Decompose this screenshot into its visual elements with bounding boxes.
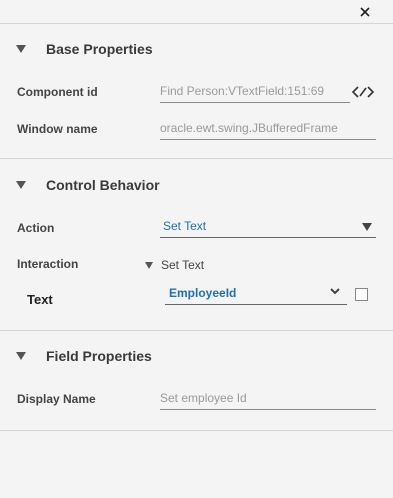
caret-down-icon xyxy=(16,352,26,360)
component-id-field[interactable]: Find Person:VTextField:151:69 xyxy=(160,81,350,103)
panel-header xyxy=(0,0,393,24)
control-behavior-header[interactable]: Control Behavior xyxy=(16,175,160,195)
component-id-label: Component id xyxy=(17,85,98,99)
section-title: Control Behavior xyxy=(46,177,160,193)
text-select-value: EmployeeId xyxy=(169,286,237,300)
display-name-label: Display Name xyxy=(17,392,96,406)
section-title: Field Properties xyxy=(46,348,152,364)
action-select-value: Set Text xyxy=(163,219,207,233)
interaction-value[interactable]: Set Text xyxy=(145,258,204,272)
field-properties-section: Field Properties Display Name Set employ… xyxy=(0,332,393,431)
section-title: Base Properties xyxy=(46,41,153,57)
chevron-down-icon xyxy=(330,288,340,295)
caret-down-icon xyxy=(16,45,26,53)
window-name-field[interactable]: oracle.ewt.swing.JBufferedFrame xyxy=(160,118,376,140)
base-properties-header[interactable]: Base Properties xyxy=(16,39,153,59)
action-label: Action xyxy=(17,221,55,235)
edit-code-icon[interactable] xyxy=(352,84,374,100)
base-properties-section: Base Properties Component id Find Person… xyxy=(0,25,393,159)
interaction-value-label: Set Text xyxy=(161,258,205,272)
caret-down-icon xyxy=(362,223,372,231)
field-properties-header[interactable]: Field Properties xyxy=(16,346,152,366)
window-name-label: Window name xyxy=(17,122,98,136)
control-behavior-section: Control Behavior Action Set Text Interac… xyxy=(0,160,393,331)
text-checkbox[interactable] xyxy=(355,288,368,301)
action-select[interactable]: Set Text xyxy=(160,216,376,238)
caret-down-icon xyxy=(145,261,153,269)
close-icon[interactable] xyxy=(357,4,373,20)
text-label: Text xyxy=(27,292,53,307)
caret-down-icon xyxy=(16,181,26,189)
text-select[interactable]: EmployeeId xyxy=(165,283,347,305)
interaction-label: Interaction xyxy=(17,257,79,271)
display-name-field[interactable]: Set employee Id xyxy=(160,388,376,410)
